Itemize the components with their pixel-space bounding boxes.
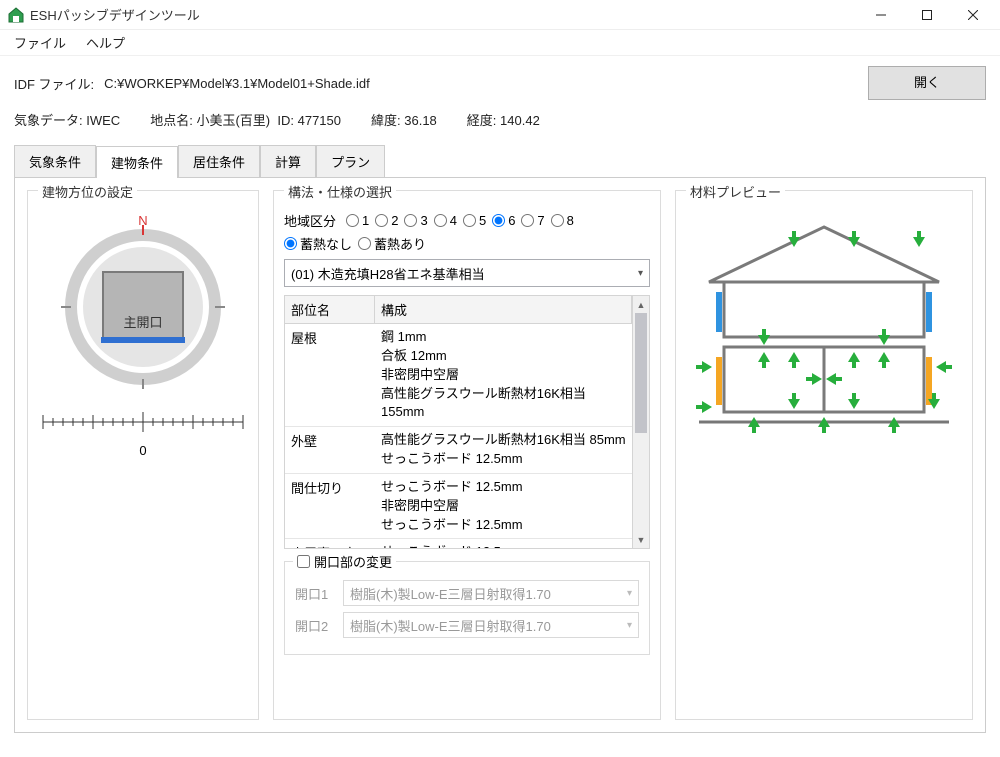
region-5[interactable]: 5 [463, 213, 486, 228]
spec-legend: 構法・仕様の選択 [284, 182, 396, 201]
id-value: 477150 [298, 113, 341, 128]
house-preview-icon [694, 217, 954, 447]
title-bar: ESHパッシブデザインツール [0, 0, 1000, 30]
tab-calc[interactable]: 計算 [260, 145, 316, 177]
region-radio-row: 地域区分 1 2 3 4 5 6 7 8 [284, 211, 650, 230]
storage-none[interactable]: 蓄熱なし [284, 234, 352, 253]
idf-label: IDF ファイル: [14, 74, 94, 93]
table-row[interactable]: 屋根鋼 1mm合板 12mm非密閉中空層高性能グラスウール断熱材16K相当 15… [285, 324, 632, 427]
opening-subgroup: 開口部の変更 開口1 樹脂(木)製Low-E三層日射取得1.70 ▾ 開口2 樹… [284, 561, 650, 655]
table-row[interactable]: 間仕切りせっこうボード 12.5mm非密閉中空層せっこうボード 12.5mm [285, 474, 632, 540]
comp-cell: 鋼 1mm合板 12mm非密閉中空層高性能グラスウール断熱材16K相当 155m… [375, 324, 632, 426]
opening-change-label: 開口部の変更 [314, 552, 392, 571]
minimize-button[interactable] [858, 0, 904, 30]
lon-value: 140.42 [500, 113, 540, 128]
region-label: 地域区分 [284, 211, 336, 230]
idf-row: IDF ファイル: C:¥WORKEP¥Model¥3.1¥Model01+Sh… [0, 56, 1000, 106]
open-button[interactable]: 開く [868, 66, 986, 100]
meta-row: 気象データ: IWEC 地点名: 小美玉(百里) ID: 477150 緯度: … [0, 106, 1000, 145]
region-8[interactable]: 8 [551, 213, 574, 228]
storage-radio-row: 蓄熱なし 蓄熱あり [284, 234, 650, 253]
table-header-comp: 構成 [375, 296, 632, 323]
tab-building[interactable]: 建物条件 [96, 146, 178, 178]
part-cell: 間仕切り [285, 474, 375, 539]
menu-bar: ファイル ヘルプ [0, 30, 1000, 56]
loc-value: 小美玉(百里) [196, 113, 270, 128]
orientation-legend: 建物方位の設定 [38, 182, 137, 201]
tab-weather[interactable]: 気象条件 [14, 145, 96, 177]
window-title: ESHパッシブデザインツール [30, 5, 858, 24]
tab-strip: 気象条件 建物条件 居住条件 計算 プラン [14, 145, 986, 177]
tab-living[interactable]: 居住条件 [178, 145, 260, 177]
menu-file[interactable]: ファイル [6, 31, 74, 54]
table-row[interactable]: 小屋裏の床せっこうボード 12.5mm [285, 539, 632, 548]
weather-value: IWEC [86, 113, 120, 128]
scroll-up-icon[interactable]: ▲ [633, 296, 649, 313]
region-6[interactable]: 6 [492, 213, 515, 228]
spec-combo-value: (01) 木造充填H28省エネ基準相当 [291, 264, 485, 283]
part-cell: 屋根 [285, 324, 375, 426]
group-preview: 材料プレビュー [675, 190, 973, 720]
open2-combo: 樹脂(木)製Low-E三層日射取得1.70 ▾ [343, 612, 639, 638]
region-4[interactable]: 4 [434, 213, 457, 228]
region-2[interactable]: 2 [375, 213, 398, 228]
open2-label: 開口2 [295, 616, 335, 635]
weather-label: 気象データ: [14, 113, 83, 128]
lon-label: 経度: [467, 113, 497, 128]
menu-help[interactable]: ヘルプ [78, 31, 133, 54]
compass-icon[interactable]: N 主開口 [43, 207, 243, 407]
part-cell: 小屋裏の床 [285, 539, 375, 548]
group-spec: 構法・仕様の選択 地域区分 1 2 3 4 5 6 7 8 蓄熱なし 蓄熱あり … [273, 190, 661, 720]
chevron-down-icon: ▾ [638, 268, 643, 279]
main-opening-label: 主開口 [123, 315, 162, 330]
region-1[interactable]: 1 [346, 213, 369, 228]
opening-change-checkbox[interactable] [297, 555, 310, 568]
comp-cell: せっこうボード 12.5mm [375, 539, 632, 548]
table-row[interactable]: 外壁高性能グラスウール断熱材16K相当 85mmせっこうボード 12.5mm [285, 427, 632, 474]
part-cell: 外壁 [285, 427, 375, 473]
spec-table: 部位名 構成 屋根鋼 1mm合板 12mm非密閉中空層高性能グラスウール断熱材1… [284, 295, 650, 549]
tab-plan[interactable]: プラン [316, 145, 385, 177]
group-orientation: 建物方位の設定 N 主開口 [27, 190, 259, 720]
open1-label: 開口1 [295, 584, 335, 603]
storage-yes[interactable]: 蓄熱あり [358, 234, 426, 253]
lat-label: 緯度: [371, 113, 401, 128]
comp-cell: 高性能グラスウール断熱材16K相当 85mmせっこうボード 12.5mm [375, 427, 632, 473]
table-header-part: 部位名 [285, 296, 375, 323]
spec-combo[interactable]: (01) 木造充填H28省エネ基準相当 ▾ [284, 259, 650, 287]
app-icon [8, 7, 24, 23]
region-7[interactable]: 7 [521, 213, 544, 228]
idf-path: C:¥WORKEP¥Model¥3.1¥Model01+Shade.idf [104, 76, 370, 91]
orientation-value: 0 [139, 443, 146, 458]
open1-combo: 樹脂(木)製Low-E三層日射取得1.70 ▾ [343, 580, 639, 606]
scroll-thumb[interactable] [635, 313, 647, 433]
id-label: ID: [277, 113, 294, 128]
maximize-button[interactable] [904, 0, 950, 30]
chevron-down-icon: ▾ [627, 588, 632, 599]
lat-value: 36.18 [404, 113, 437, 128]
scroll-down-icon[interactable]: ▼ [633, 531, 649, 548]
region-3[interactable]: 3 [404, 213, 427, 228]
table-scrollbar[interactable]: ▲ ▼ [632, 296, 649, 548]
chevron-down-icon: ▾ [627, 620, 632, 631]
preview-legend: 材料プレビュー [686, 182, 785, 201]
tab-body: 建物方位の設定 N 主開口 [14, 177, 986, 733]
loc-label: 地点名: [150, 113, 193, 128]
comp-cell: せっこうボード 12.5mm非密閉中空層せっこうボード 12.5mm [375, 474, 632, 539]
close-button[interactable] [950, 0, 996, 30]
orientation-scale[interactable] [38, 407, 248, 437]
